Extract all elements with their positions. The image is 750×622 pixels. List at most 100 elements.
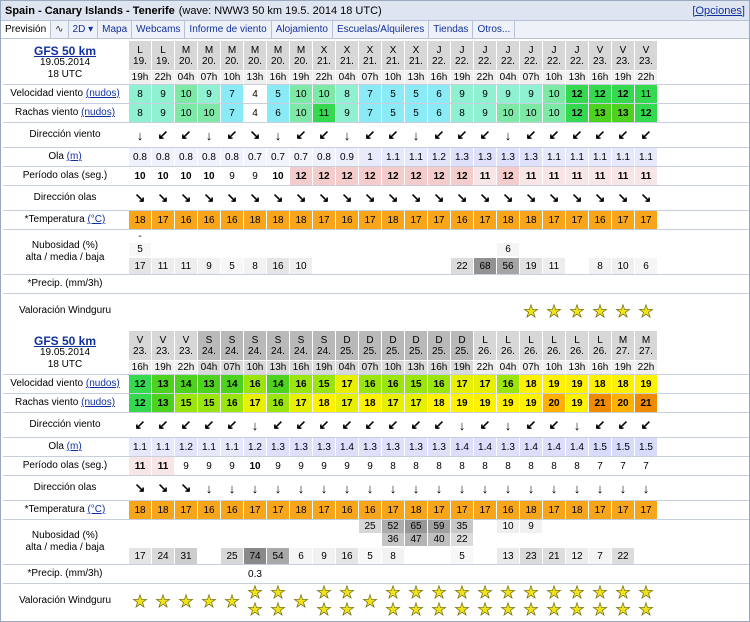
cloud-mid-cell (290, 243, 312, 256)
day-date-cell: M 27. (635, 331, 657, 360)
wave-direction-arrow-icon: ↘ (341, 190, 353, 205)
cloud-high-cell (198, 520, 220, 533)
wind-speed-cell: 10 (175, 85, 197, 103)
wind-gust-cell: 12 (566, 104, 588, 122)
rating-cell: ★ (198, 584, 220, 618)
cloud-cover-column: 22 (451, 230, 473, 274)
wave-graph-icon[interactable]: ∿ (51, 21, 69, 38)
cloud-mid-cell (520, 243, 542, 256)
day-date-cell: D 25. (405, 331, 427, 360)
hour-cell: 16h (129, 361, 151, 374)
label-text: *Temperatura (24, 214, 85, 225)
precipitation-cell (520, 565, 542, 583)
label-text: Rachas viento (14, 397, 79, 408)
day-letter: M (204, 44, 214, 56)
cloud-high-cell: 65 (405, 520, 427, 533)
precipitation-cell (221, 565, 243, 583)
cloud-low-cell (428, 258, 450, 274)
wind-direction-cell: ↘ (244, 123, 266, 147)
cloud-low-cell (566, 258, 588, 274)
hour-cell: 13h (405, 361, 427, 374)
wave-direction-cell: ↘ (152, 476, 174, 500)
wind-units-link[interactable]: (nudos) (86, 378, 120, 389)
temperature-cell: 17 (635, 501, 657, 519)
wind-direction-arrow-icon: ↓ (343, 127, 351, 143)
row-label-wind: Velocidad viento (nudos) (3, 375, 127, 393)
temperature-cell: 17 (543, 211, 565, 229)
hour-cell: 16h (589, 71, 611, 84)
hour-cell: 07h (221, 361, 243, 374)
tab-tiendas[interactable]: Tiendas (429, 21, 474, 38)
tab-webcams[interactable]: Webcams (132, 21, 186, 38)
precipitation-cell (497, 275, 519, 293)
rating-cell: ★ ★ (267, 584, 289, 619)
wind-speed-cell: 12 (589, 85, 611, 103)
temp-units-link[interactable]: (°C) (87, 214, 105, 225)
wind-direction-arrow-icon: ↙ (180, 127, 192, 142)
time-column-header: D 25. 07h (359, 331, 381, 374)
day-date: 21. (363, 55, 377, 67)
view-2d-select[interactable]: 2D ▾ (69, 21, 99, 38)
model-link[interactable]: GFS 50 km (34, 45, 96, 57)
tab-escuelas[interactable]: Escuelas/Alquileres (333, 21, 430, 38)
cloud-cover-column: 10 13 (497, 520, 519, 564)
wind-units-link[interactable]: (nudos) (81, 107, 115, 118)
wind-speed-cell: 10 (313, 85, 335, 103)
tab-informe-viento[interactable]: Informe de viento (185, 21, 272, 38)
options-link[interactable]: [Opciones] (692, 5, 745, 17)
wind-gust-cell: 5 (405, 104, 427, 122)
rating-star-icon: ★ (638, 301, 654, 321)
cloud-cover-column: 25 (221, 520, 243, 564)
cloud-low-cell: 19 (520, 258, 542, 274)
temp-units-link[interactable]: (°C) (87, 504, 105, 515)
time-column-header: J 22. 07h (520, 41, 542, 84)
tab-prevision[interactable]: Previsión (1, 21, 52, 38)
wave-units-link[interactable]: (m) (67, 441, 82, 452)
day-letter: M (181, 44, 191, 56)
model-run-time: 18 UTC (47, 68, 83, 80)
rating-star-icon: ★ (247, 583, 263, 602)
day-date: 23. (133, 345, 147, 357)
day-date-cell: S 24. (221, 331, 243, 360)
temperature-cell: 17 (152, 211, 174, 229)
cloud-cover-column: 10 (612, 230, 634, 274)
model-link[interactable]: GFS 50 km (34, 335, 96, 347)
cloud-mid-cell (543, 243, 565, 256)
day-date-cell: L 26. (474, 331, 496, 360)
temperature-cell: 18 (290, 501, 312, 519)
rating-cell (428, 294, 450, 328)
cloud-low-cell: 25 (221, 548, 243, 564)
wave-height-cell: 1.3 (405, 438, 427, 456)
wave-height-cell: 1.3 (428, 438, 450, 456)
wind-gust-cell: 12 (635, 104, 657, 122)
wave-direction-arrow-icon: ↓ (619, 480, 627, 496)
tab-mapa[interactable]: Mapa (98, 21, 133, 38)
wave-height-cell: 0.7 (267, 148, 289, 166)
cloud-cover-column: 54 (267, 520, 289, 564)
cloud-cover-column (635, 520, 657, 564)
wind-direction-cell: ↙ (474, 413, 496, 437)
wind-units-link[interactable]: (nudos) (86, 88, 120, 99)
tab-alojamiento[interactable]: Alojamiento (272, 21, 333, 38)
temperature-cell: 17 (313, 501, 335, 519)
wave-direction-arrow-icon: ↘ (456, 190, 468, 205)
tab-otros[interactable]: Otros... (473, 21, 516, 38)
wind-direction-cell: ↙ (428, 413, 450, 437)
cloud-high-cell (290, 520, 312, 533)
day-letter: S (228, 334, 236, 346)
cloud-mid-cell (175, 533, 197, 546)
wind-speed-cell: 12 (612, 85, 634, 103)
hour-cell: 13h (566, 361, 588, 374)
rating-cell (382, 294, 404, 328)
wind-gust-cell: 7 (359, 104, 381, 122)
cloud-low-cell: 12 (566, 548, 588, 564)
wave-height-cell: 1.3 (359, 438, 381, 456)
row-cells-temp: 18 17 16 16 16 18 18 18 17 16 17 18 17 17 16 17 18 18 17 17… (129, 211, 658, 229)
cloud-high-cell (290, 230, 312, 243)
wind-units-link[interactable]: (nudos) (81, 397, 115, 408)
label-line: Rachas viento (nudos) (15, 107, 115, 119)
day-date-cell: L 26. (543, 331, 565, 360)
wave-units-link[interactable]: (m) (67, 151, 82, 162)
label-line: Velocidad viento (nudos) (10, 378, 120, 390)
wind-direction-cell: ↙ (589, 123, 611, 147)
